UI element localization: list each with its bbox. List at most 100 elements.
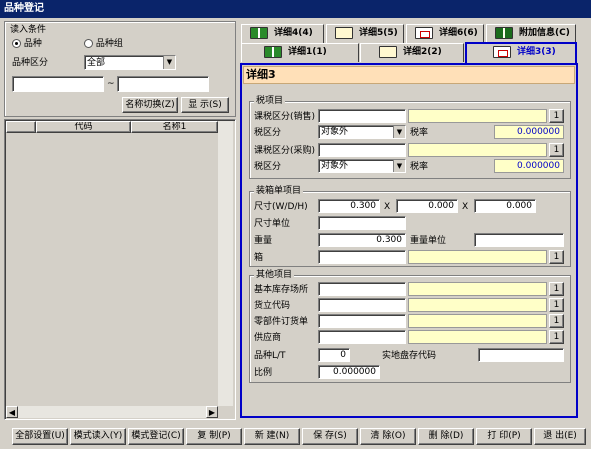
parts-order-name-field: [408, 314, 547, 328]
radio-product-label: 品种: [23, 39, 42, 49]
radio-group[interactable]: 品种组: [84, 38, 123, 50]
search-group-label: 读入条件: [10, 25, 47, 35]
weight-input[interactable]: 0.300: [318, 233, 406, 247]
tab-detail1[interactable]: 详细1(1): [241, 43, 359, 62]
supplier-lookup-button[interactable]: 1: [549, 298, 564, 312]
tax-sales-lookup-button[interactable]: 1: [549, 109, 564, 123]
vendor-lookup-button[interactable]: 1: [549, 330, 564, 344]
vendor-code-input[interactable]: [318, 330, 406, 344]
tab-detail2[interactable]: 详细2(2): [360, 43, 464, 62]
clear-button[interactable]: 清 除(O): [360, 428, 416, 445]
book-icon: [250, 26, 268, 39]
document-box-icon: [415, 26, 433, 39]
chevron-down-icon[interactable]: ▼: [163, 56, 175, 69]
tab-detail3[interactable]: 详细3(3): [465, 42, 577, 64]
warehouse-code-input[interactable]: [318, 282, 406, 296]
range-to-input[interactable]: [117, 76, 209, 92]
lt-input[interactable]: 0: [318, 348, 350, 362]
tax-purchase-label: 课税区分(采购): [254, 146, 316, 156]
tab-detail2-label: 详细2(2): [403, 47, 442, 57]
weight-unit-input[interactable]: [474, 233, 564, 247]
supplier-code-label: 货立代码: [254, 301, 291, 311]
detail3-header: 详细3: [243, 66, 575, 84]
scroll-left-icon[interactable]: ◀: [6, 406, 18, 418]
tab-detail6[interactable]: 详细6(6): [406, 24, 484, 43]
size-h-input[interactable]: 0.000: [474, 199, 536, 213]
ratio-input[interactable]: 0.000000: [318, 365, 380, 379]
size-unit-input[interactable]: [318, 216, 406, 230]
category-select[interactable]: 全部 ▼: [84, 55, 176, 70]
list-header-code[interactable]: 代码: [36, 121, 131, 133]
chevron-down-icon[interactable]: ▼: [393, 160, 405, 172]
category-select-value: 全部: [87, 58, 106, 68]
list-header-name[interactable]: 名称1: [131, 121, 218, 133]
parts-order-code-input[interactable]: [318, 314, 406, 328]
product-list[interactable]: [4, 119, 236, 420]
document-box-icon: [493, 45, 511, 58]
tax-sales-label: 课税区分(销售): [254, 112, 316, 122]
tax-sales-code-input[interactable]: [318, 109, 406, 123]
tax-rate-label-2: 税率: [410, 162, 429, 172]
lt-label: 品种L/T: [254, 351, 286, 361]
warehouse-name-field: [408, 282, 547, 296]
box-lookup-button[interactable]: 1: [549, 250, 564, 264]
size-w-input[interactable]: 0.300: [318, 199, 380, 213]
tab-detail4[interactable]: 详细4(4): [241, 24, 324, 43]
box-code-input[interactable]: [318, 250, 406, 264]
load-pattern-button[interactable]: 模式读入(Y): [70, 428, 126, 445]
radio-product-dot[interactable]: [12, 39, 21, 48]
scroll-right-icon[interactable]: ▶: [206, 406, 218, 418]
tax-rate-label-1: 税率: [410, 128, 429, 138]
stock-code-input[interactable]: [478, 348, 564, 362]
detail3-header-text: 详细3: [246, 68, 276, 81]
supplier-code-input[interactable]: [318, 298, 406, 312]
tax-sales-name-field: [408, 109, 547, 123]
chevron-down-icon[interactable]: ▼: [393, 126, 405, 138]
radio-product[interactable]: 品种: [12, 38, 42, 50]
size-times-1: X: [384, 202, 391, 212]
size-unit-label: 尺寸单位: [254, 219, 291, 229]
delete-button[interactable]: 删 除(D): [418, 428, 474, 445]
tab-additional-info[interactable]: 附加信息(C): [486, 24, 576, 43]
copy-button[interactable]: 复 制(P): [186, 428, 242, 445]
weight-label: 重量: [254, 236, 273, 246]
notepad-icon: [379, 45, 397, 58]
weight-unit-label: 重量单位: [410, 236, 447, 246]
tax-zone-value-2: 对象外: [321, 161, 349, 171]
tax-zone-label-2: 税区分: [254, 162, 282, 172]
tax-rate-value-1: 0.000000: [494, 125, 564, 139]
tax-purchase-lookup-button[interactable]: 1: [549, 143, 564, 157]
tax-purchase-code-input[interactable]: [318, 143, 406, 157]
radio-group-label: 品种组: [95, 39, 123, 49]
print-button[interactable]: 打 印(P): [476, 428, 532, 445]
display-button[interactable]: 显 示(S): [181, 97, 229, 113]
size-label: 尺寸(W/D/H): [254, 202, 308, 212]
warehouse-lookup-button[interactable]: 1: [549, 282, 564, 296]
notepad-icon: [335, 26, 353, 39]
new-button[interactable]: 新 建(N): [244, 428, 300, 445]
ratio-label: 比例: [254, 368, 273, 378]
radio-group-dot[interactable]: [84, 39, 93, 48]
tab-detail3-label: 详细3(3): [517, 47, 556, 57]
tab-detail5-label: 详细5(5): [359, 28, 398, 38]
parts-order-lookup-button[interactable]: 1: [549, 314, 564, 328]
tax-zone-select-2[interactable]: 对象外 ▼: [318, 159, 406, 173]
bottom-toolbar: 全部设置(U) 模式读入(Y) 模式登记(C) 复 制(P) 新 建(N) 保 …: [0, 424, 591, 449]
tax-zone-select-1[interactable]: 对象外 ▼: [318, 125, 406, 139]
list-vscroll[interactable]: [218, 121, 233, 406]
tax-rate-value-2: 0.000000: [494, 159, 564, 173]
range-from-input[interactable]: [12, 76, 104, 92]
warehouse-label: 基本库存场所: [254, 285, 309, 295]
box-label: 箱: [254, 253, 264, 263]
tab-detail5[interactable]: 详细5(5): [326, 24, 404, 43]
tab-additional-info-label: 附加信息(C): [519, 28, 570, 38]
category-label: 品种区分: [12, 58, 49, 68]
set-all-button[interactable]: 全部设置(U): [12, 428, 68, 445]
exit-button[interactable]: 退 出(E): [534, 428, 586, 445]
save-button[interactable]: 保 存(S): [302, 428, 358, 445]
vendor-name-field: [408, 330, 547, 344]
list-hscroll[interactable]: ◀ ▶: [6, 406, 218, 418]
register-pattern-button[interactable]: 模式登记(C): [128, 428, 184, 445]
name-switch-button[interactable]: 名称切换(Z): [122, 97, 178, 113]
size-d-input[interactable]: 0.000: [396, 199, 458, 213]
